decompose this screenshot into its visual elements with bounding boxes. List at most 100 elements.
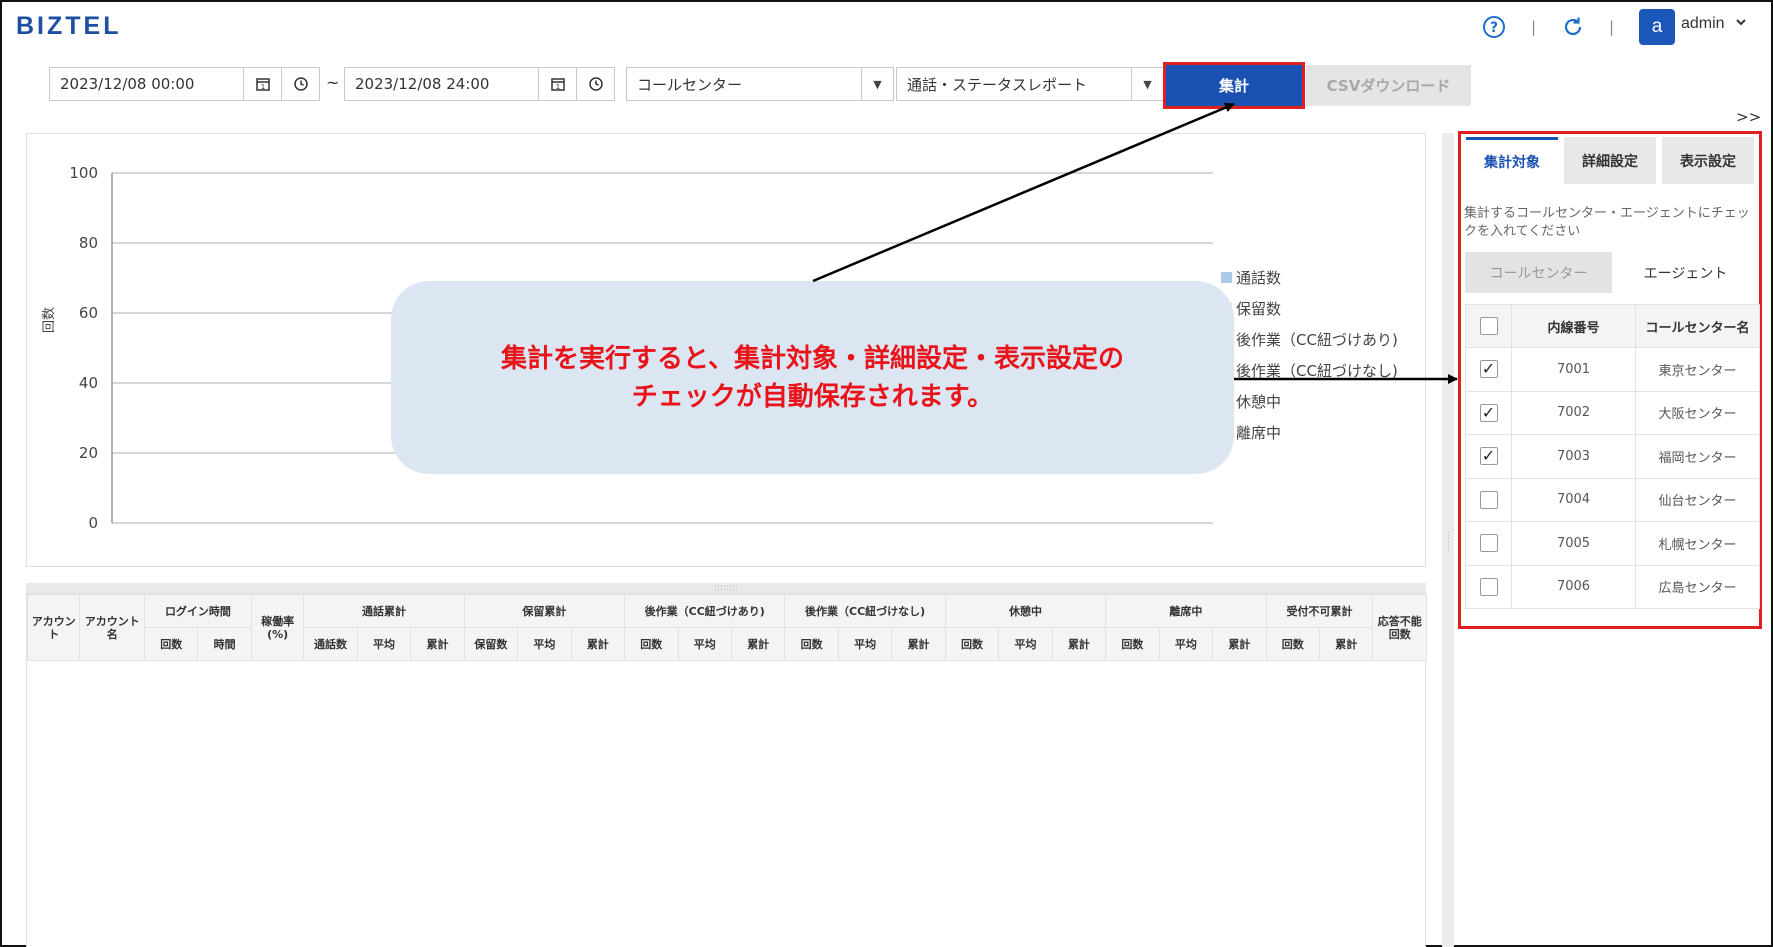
col-call-avg: 平均 <box>356 627 412 661</box>
subtab-agent[interactable]: エージェント <box>1612 252 1759 293</box>
end-datetime-input[interactable]: 2023/12/08 24:00 <box>344 67 539 101</box>
expand-panel-button[interactable]: >> <box>1736 108 1761 126</box>
col-hold-total: 累計 <box>570 627 626 661</box>
col-acw-linked-total: 累計 <box>730 627 786 661</box>
calendar-icon[interactable]: 1 <box>244 67 282 101</box>
clock-icon[interactable] <box>577 67 615 101</box>
avatar[interactable]: a <box>1639 9 1675 45</box>
legend-label: 後作業（CC紐づけなし) <box>1236 362 1398 380</box>
col-login-count: 回数 <box>143 627 199 661</box>
chevron-down-icon[interactable] <box>1735 16 1747 31</box>
row-checkbox[interactable] <box>1479 360 1498 379</box>
legend-swatch <box>1221 272 1232 283</box>
calendar-icon[interactable]: 1 <box>539 67 577 101</box>
legend-label: 後作業（CC紐づけあり) <box>1236 331 1398 349</box>
callout-line-2: チェックが自動保存されます。 <box>631 381 994 412</box>
row-checkbox[interactable] <box>1479 447 1498 466</box>
row-checkbox[interactable] <box>1479 490 1498 509</box>
legend-label: 離席中 <box>1236 424 1282 442</box>
col-break-count: 回数 <box>944 627 1000 661</box>
col-reject-total: 累計 <box>1318 627 1374 661</box>
table-row[interactable]: 7003 福岡センター <box>1465 434 1760 479</box>
question-circle-icon[interactable]: ? <box>1481 14 1507 40</box>
callcenter-name-cell: 福岡センター <box>1635 434 1760 479</box>
row-checkbox[interactable] <box>1479 577 1498 596</box>
legend-item[interactable]: 後作業（CC紐づけなし) <box>1221 355 1398 386</box>
col-login-time: 時間 <box>197 627 252 661</box>
callcenter-table: 内線番号 コールセンター名 7001 東京センター 7002 大阪センター 70… <box>1465 304 1760 609</box>
row-checkbox[interactable] <box>1479 403 1498 422</box>
table-row[interactable]: 7005 札幌センター <box>1465 521 1760 566</box>
legend-item[interactable]: 保留数 <box>1221 293 1398 324</box>
extension-cell: 7005 <box>1511 521 1636 566</box>
subtab-callcenter[interactable]: コールセンター <box>1465 252 1612 293</box>
checkbox-cell <box>1465 390 1512 435</box>
extension-cell: 7006 <box>1511 564 1636 609</box>
col-acw-unlinked-total: 累計 <box>891 627 946 661</box>
refresh-icon[interactable] <box>1560 14 1586 40</box>
callcenter-name-cell: 東京センター <box>1635 347 1760 392</box>
row-checkbox[interactable] <box>1479 534 1498 553</box>
biztel-logo: BIZTEL <box>16 12 122 40</box>
col-call-count: 通話数 <box>303 627 358 661</box>
caret-down-icon: ▼ <box>1131 68 1163 100</box>
y-tick-label: 20 <box>79 444 98 462</box>
callcenter-name-cell: 広島センター <box>1635 564 1760 609</box>
callcenter-select-value: コールセンター <box>637 75 743 94</box>
annotation-callout: 集計を実行すると、集計対象・詳細設定・表示設定の チェックが自動保存されます。 <box>391 281 1234 474</box>
col-group-hold: 保留累計 <box>463 594 626 628</box>
chart-legend: 通話数保留数後作業（CC紐づけあり) 後作業（CC紐づけなし) 休憩中離席中 <box>1221 262 1398 448</box>
callcenter-select[interactable]: コールセンター ▼ <box>626 67 894 101</box>
report-type-select[interactable]: 通話・ステータスレポート ▼ <box>896 67 1164 101</box>
col-break-avg: 平均 <box>998 627 1053 661</box>
header-separator: | <box>1531 18 1537 36</box>
svg-text:1: 1 <box>260 83 264 91</box>
y-tick-label: 100 <box>69 164 98 182</box>
clock-icon[interactable] <box>282 67 320 101</box>
resize-grip-icon: ⋮ ⋮ ⋮ <box>1444 531 1453 553</box>
col-group-acw-unlinked: 後作業（CC紐づけなし) <box>784 594 946 628</box>
select-all-checkbox[interactable] <box>1479 317 1498 335</box>
user-name[interactable]: admin <box>1681 15 1725 33</box>
col-rate: 稼働率(%) <box>250 594 305 661</box>
legend-item[interactable]: 通話数 <box>1221 262 1398 293</box>
col-reject-count: 回数 <box>1265 627 1321 661</box>
legend-item[interactable]: 離席中 <box>1221 417 1398 448</box>
svg-text:?: ? <box>1490 20 1498 36</box>
legend-item[interactable]: 後作業（CC紐づけあり) <box>1221 324 1398 355</box>
col-break-total: 累計 <box>1051 627 1107 661</box>
col-acw-unlinked-count: 回数 <box>784 627 839 661</box>
table-row[interactable]: 7004 仙台センター <box>1465 477 1760 522</box>
tab-display-settings[interactable]: 表示設定 <box>1662 137 1754 184</box>
svg-text:1: 1 <box>555 83 559 91</box>
panel-resize-bar[interactable]: ⋮ ⋮ ⋮ <box>1442 133 1454 947</box>
aggregate-button[interactable]: 集計 <box>1163 62 1305 109</box>
col-group-acw-linked: 後作業（CC紐づけあり) <box>624 594 786 628</box>
y-axis-label: 回数 <box>42 306 57 333</box>
table-row[interactable]: 7002 大阪センター <box>1465 390 1760 435</box>
y-tick-label: 40 <box>79 374 98 392</box>
col-callcenter-name: コールセンター名 <box>1635 304 1760 348</box>
start-datetime-input[interactable]: 2023/12/08 00:00 <box>49 67 244 101</box>
col-hold-avg: 平均 <box>517 627 572 661</box>
extension-cell: 7002 <box>1511 390 1636 435</box>
table-row[interactable]: 7006 広島センター <box>1465 564 1760 609</box>
legend-item[interactable]: 休憩中 <box>1221 386 1398 417</box>
tab-detail-settings[interactable]: 詳細設定 <box>1564 137 1656 184</box>
resize-handle[interactable]: :::::::: <box>26 583 1426 593</box>
target-description: 集計するコールセンター・エージェントにチェックを入れてください <box>1464 206 1750 239</box>
y-tick-label: 80 <box>79 234 98 252</box>
col-hold-count: 保留数 <box>463 627 519 661</box>
callcenter-name-cell: 仙台センター <box>1635 477 1760 522</box>
settings-tabs: 集計対象 詳細設定 表示設定 <box>1466 137 1760 184</box>
col-group-call: 通話累計 <box>303 594 465 628</box>
y-tick-label: 60 <box>79 304 98 322</box>
col-away-total: 累計 <box>1212 627 1267 661</box>
csv-download-button[interactable]: CSVダウンロード <box>1306 65 1471 106</box>
header-separator: | <box>1609 18 1615 36</box>
table-row[interactable]: 7001 東京センター <box>1465 347 1760 392</box>
col-account: アカウント <box>26 594 81 661</box>
legend-label: 通話数 <box>1236 269 1282 287</box>
tab-target[interactable]: 集計対象 <box>1466 137 1558 184</box>
col-group-break: 休憩中 <box>944 594 1107 628</box>
